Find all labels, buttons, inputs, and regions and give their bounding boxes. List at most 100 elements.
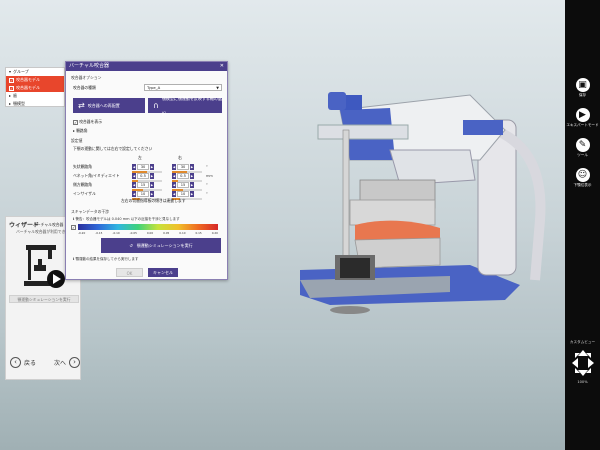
increment-icon[interactable]: ▶ [150,173,154,179]
swap-icon: ⇄ [78,101,85,110]
decrement-icon[interactable]: ◀ [132,182,136,188]
tree-item-label: 咬合器モデル [16,77,40,82]
toolbar-label: 下顎位表示 [573,183,592,187]
back-label: 戻る [24,360,37,367]
arrow-left-icon: ‹ [10,357,21,368]
ok-button[interactable]: OK [116,268,143,277]
dialog-titlebar: バーチャル咬合器 ✕ [66,62,227,71]
increment-icon[interactable]: ▶ [150,191,154,197]
increment-icon[interactable]: ▶ [190,173,194,179]
toolbar-jaw-display-button[interactable]: ☺ 下顎位表示 [565,168,600,188]
tree-item-label: グループ [13,69,29,74]
unit-label: mm [206,174,213,178]
next-button[interactable]: 次へ › [54,357,80,368]
settings-description: 下顎の運動に関しては左右で設定してください [73,146,153,151]
right-value-field[interactable]: 30 [177,164,189,170]
right-column-header: 右 [178,155,182,160]
toolbar-label: ツール [577,153,588,157]
button-label: 顎模型に顎運動を反映する軸の選択 [161,95,222,116]
decrement-icon[interactable]: ◀ [172,191,176,197]
tree-item-label: 顎模型 [13,101,26,106]
increment-icon[interactable]: ▶ [150,164,154,170]
decrement-icon[interactable]: ◀ [172,173,176,179]
tree-item-articulator-2[interactable]: ✓ 咬合器モデル [6,84,64,92]
object-tree[interactable]: ▾ グループ ✓ 咬合器モデル ✓ 咬合器モデル ▸ 歯 ▸ 顎模型 [5,67,65,107]
expand-icon[interactable]: ▸ [9,92,11,100]
increment-icon[interactable]: ▶ [150,182,154,188]
wizard-simulate-button[interactable]: 顎運動シミュレーションを実行 [9,295,79,303]
colorbar-tick: -0.05 [129,231,137,235]
show-articulator-toggle[interactable]: ✓ 咬合器を表示 [73,119,102,125]
select-value: Type_A [147,85,161,90]
warning-text: ℹ 警告：咬合器モデルは 0.040 mm 以下の近接を干渉と見なします [73,217,180,222]
footnote: ℹ 顎運動の結果を保存してから実行します [73,257,138,262]
left-value-field[interactable]: 15 [137,182,149,188]
toolbar-tools-button[interactable]: ✎ ツール [565,138,600,158]
decrement-icon[interactable]: ◀ [132,173,136,179]
toolbar-expert-mode-button[interactable]: ▶ エキスパートモード [565,108,600,128]
articulator-illustration-icon [24,245,65,288]
simulation-icon: ↺ [129,243,133,248]
jaw-display-icon: ☺ [575,168,590,182]
status-text: 100% [577,380,588,384]
parameter-label: 矢状顆路角 [73,164,92,169]
tree-item-label: 咬合器モデル [16,85,40,90]
colorbar-tick: 0.05 [163,231,170,235]
next-label: 次へ [54,360,67,367]
right-value-field[interactable]: 10 [177,191,189,197]
tree-item-articulator-1[interactable]: ✓ 咬合器モデル [6,76,64,84]
checkbox-icon[interactable]: ✓ [9,77,14,83]
colorbar-tick: -0.10 [112,231,120,235]
transfer-to-articulator-button[interactable]: ⇄ 咬合器への再配置 [73,98,145,113]
close-icon[interactable]: ✕ [220,62,224,71]
left-value-field[interactable]: 10 [137,191,149,197]
expand-icon[interactable]: ▸ [9,100,11,108]
select-jaw-axis-button[interactable]: ∩ 顎模型に顎運動を反映する軸の選択 [148,96,222,116]
tree-item-teeth[interactable]: ▸ 歯 [6,92,64,100]
condyle-expander[interactable]: ▸ 顆路角 [73,128,88,134]
increment-icon[interactable]: ▶ [190,164,194,170]
dialog-title: バーチャル咬合器 [69,63,109,69]
camera-view-label: カスタムビュー [569,340,596,344]
right-toolbar: ▣ 保存 ▶ エキスパートモード ✎ ツール ☺ 下顎位表示 カスタムビュー 100% [565,0,600,450]
decrement-icon[interactable]: ◀ [172,182,176,188]
tree-item-group[interactable]: ▾ グループ [6,68,64,76]
right-value-field[interactable]: 15 [177,182,189,188]
checkbox-icon[interactable]: ✓ [9,85,14,91]
left-value-field[interactable]: 0.5 [137,173,149,179]
toolbar-label: エキスパートモード [566,123,599,127]
button-label: 顎運動シミュレーションを実行 [136,242,193,248]
unit-label: ° [206,192,208,196]
run-simulation-button[interactable]: ↺ 顎運動シミュレーションを実行 [101,238,221,253]
colorbar-tick: 0.15 [195,231,202,235]
cancel-button[interactable]: キャンセル [148,268,178,277]
decrement-icon[interactable]: ◀ [132,191,136,197]
expand-icon[interactable]: ▾ [9,68,11,76]
decrement-icon[interactable]: ◀ [132,164,136,170]
colorbar-tick: -0.15 [95,231,103,235]
type-label: 咬合器の種類 [73,85,96,90]
toolbar-label: 保存 [578,93,587,97]
unit-label: ° [206,165,208,169]
colorbar-tick: -0.20 [78,231,86,235]
camera-view-arrows-icon[interactable] [572,350,594,376]
arrow-right-icon: › [69,357,80,368]
increment-icon[interactable]: ▶ [190,182,194,188]
tree-item-jaw-model[interactable]: ▸ 顎模型 [6,100,64,108]
distance-section-label: スキャンデータの干渉 [71,209,109,214]
right-value-field[interactable]: 0.5 [177,173,189,179]
decrement-icon[interactable]: ◀ [172,164,176,170]
back-button[interactable]: ‹ 戻る [10,357,36,368]
settings-section-label: 設定値 [71,138,83,143]
distance-colorbar [78,224,218,230]
tools-icon: ✎ [575,138,590,152]
left-value-field[interactable]: 30 [137,164,149,170]
button-label: 咬合器への再配置 [87,103,120,108]
checkbox-icon[interactable]: ✓ [73,119,78,125]
warning-label: 警告：咬合器モデルは 0.040 mm 以下の近接を干渉と見なします [75,217,180,221]
increment-icon[interactable]: ▶ [190,191,194,197]
toolbar-save-button[interactable]: ▣ 保存 [565,78,600,98]
expander-label: 顆路角 [76,128,88,133]
parameter-label: インサイザル [73,191,96,196]
colorbar-checkbox[interactable]: ✓ [71,225,76,230]
